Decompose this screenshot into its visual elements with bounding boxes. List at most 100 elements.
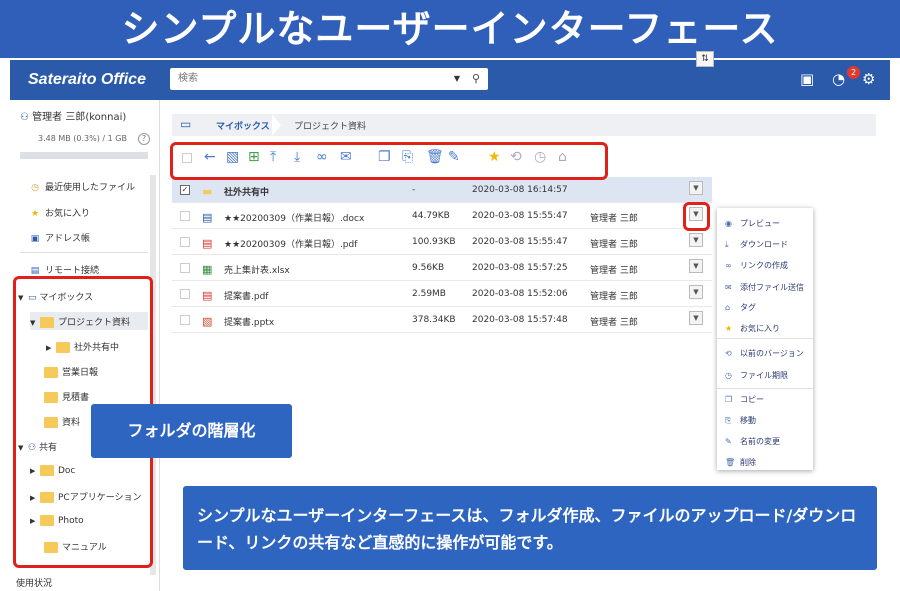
file-owner: 管理者 三郎: [590, 318, 638, 328]
move-icon: ⎘: [725, 416, 732, 425]
row-checkbox[interactable]: [180, 237, 190, 247]
breadcrumb-current[interactable]: プロジェクト資料: [294, 119, 366, 132]
menu-item-label: 添付ファイル送信: [740, 283, 804, 292]
chevron-down-icon[interactable]: ▼: [454, 68, 460, 90]
table-row[interactable]: ✓ ▬ 社外共有中 - 2020-03-08 16:14:57 ▼: [172, 177, 712, 203]
sidebar-item-contacts[interactable]: ▣ アドレス帳: [28, 231, 90, 244]
docx-file-icon: ▤: [202, 211, 213, 224]
file-name[interactable]: ★★20200309（作業日報）.pdf: [224, 237, 357, 250]
row-checkbox[interactable]: ✓: [180, 185, 190, 195]
file-size: 2.59MB: [412, 289, 446, 299]
breadcrumb-root[interactable]: マイボックス: [216, 119, 270, 132]
file-date: 2020-03-08 15:57:25: [472, 263, 568, 273]
menu-item-history[interactable]: ⟲ 以前のバージョン: [725, 348, 804, 359]
sidebar-item-favorites[interactable]: ★ お気に入り: [28, 206, 90, 219]
table-row[interactable]: ▤ ★★20200309（作業日報）.docx 44.79KB 2020-03-08 …: [172, 203, 712, 229]
file-name[interactable]: 売上集計表.xlsx: [224, 263, 290, 276]
file-date: 2020-03-08 16:14:57: [472, 185, 568, 195]
table-row[interactable]: ▦ 売上集計表.xlsx 9.56KB 2020-03-08 15:57:25 管理者 …: [172, 255, 712, 281]
clock-icon: ◷: [31, 183, 39, 193]
table-row[interactable]: ▤ 提案書.pdf 2.59MB 2020-03-08 15:52:06 管理者 三郎 ▼: [172, 281, 712, 307]
menu-item-download[interactable]: ⤓ ダウンロード: [725, 239, 788, 250]
sidebar-item-label: 最近使用したファイル: [45, 183, 136, 193]
row-menu-button[interactable]: ▼: [689, 233, 703, 247]
menu-item-mail[interactable]: ✉ 添付ファイル送信: [725, 282, 804, 293]
star-icon: ★: [725, 324, 733, 333]
timer-icon: ◷: [725, 371, 732, 380]
menu-item-trash[interactable]: 🗑 削除: [725, 457, 756, 468]
banner-title: シンプルなユーザーインターフェース: [0, 0, 900, 58]
dropdown-highlight: [683, 202, 710, 231]
table-row[interactable]: ▤ ★★20200309（作業日報）.pdf 100.93KB 2020-03-08 …: [172, 229, 712, 255]
file-size: 44.79KB: [412, 211, 450, 221]
office-app-icon[interactable]: ▣: [800, 70, 814, 88]
history-icon: ⟲: [725, 349, 732, 358]
file-size: 378.34KB: [412, 315, 456, 325]
sidebar-item-recent[interactable]: ◷ 最近使用したファイル: [28, 180, 135, 193]
row-menu-button[interactable]: ▼: [689, 311, 703, 325]
tag-icon: ⌂: [725, 303, 731, 312]
file-name[interactable]: ★★20200309（作業日報）.docx: [224, 211, 364, 224]
search-icon[interactable]: ⚲: [472, 68, 480, 90]
menu-item-eye[interactable]: ◉ プレビュー: [725, 218, 780, 229]
app-logo: Sateraito Office: [28, 71, 146, 88]
file-owner: 管理者 三郎: [590, 292, 638, 302]
menu-item-star[interactable]: ★ お気に入り: [725, 323, 780, 334]
download-icon: ⤓: [725, 240, 729, 249]
breadcrumb: ▭ マイボックス プロジェクト資料: [172, 114, 876, 136]
pdf-file-icon: ▤: [202, 237, 213, 250]
hierarchy-callout: フォルダの階層化: [91, 404, 292, 458]
file-name[interactable]: 提案書.pdf: [224, 289, 268, 302]
menu-item-timer[interactable]: ◷ ファイル期限: [725, 370, 788, 381]
menu-item-label: 削除: [740, 458, 756, 467]
contacts-icon: ▣: [30, 234, 40, 244]
menu-item-label: 以前のバージョン: [740, 349, 804, 358]
help-icon[interactable]: ?: [138, 133, 150, 145]
file-name[interactable]: 社外共有中: [224, 185, 269, 198]
row-checkbox[interactable]: [180, 263, 190, 273]
menu-item-move[interactable]: ⎘ 移動: [725, 415, 756, 426]
remote-icon: ▤: [30, 266, 40, 276]
mail-icon: ✉: [725, 283, 732, 292]
file-name[interactable]: 提案書.pptx: [224, 315, 274, 328]
file-date: 2020-03-08 15:55:47: [472, 211, 568, 221]
row-checkbox[interactable]: [180, 315, 190, 325]
row-checkbox[interactable]: [180, 289, 190, 299]
menu-item-label: コピー: [740, 395, 764, 404]
menu-item-copy[interactable]: ❐ コピー: [725, 394, 764, 405]
gear-icon[interactable]: ⚙: [862, 70, 875, 88]
usage-status[interactable]: 使用状況: [16, 576, 52, 589]
menu-item-label: 移動: [740, 416, 756, 425]
sidebar-item-remote[interactable]: ▤ リモート接続: [28, 263, 99, 276]
table-row[interactable]: ▧ 提案書.pptx 378.34KB 2020-03-08 15:57:48 管理者 …: [172, 307, 712, 333]
row-menu-button[interactable]: ▼: [689, 181, 703, 195]
menu-item-label: 名前の変更: [740, 437, 780, 446]
menu-item-tag[interactable]: ⌂ タグ: [725, 302, 756, 313]
breadcrumb-separator: [272, 114, 281, 136]
file-date: 2020-03-08 15:52:06: [472, 289, 568, 299]
file-date: 2020-03-08 15:57:48: [472, 315, 568, 325]
row-checkbox[interactable]: [180, 211, 190, 221]
storage-bar: [20, 152, 148, 159]
file-owner: 管理者 三郎: [590, 266, 638, 276]
menu-separator: [717, 338, 813, 339]
copy-icon: ❐: [725, 395, 733, 404]
pdf-file-icon: ▤: [202, 289, 213, 302]
app-header: Sateraito Office 検索 ▼ ⚲ ▣ ◔ 2 ⚙: [10, 60, 890, 100]
box-icon: ▭: [180, 117, 192, 131]
sidebar-item-label: お気に入り: [45, 209, 91, 219]
description-callout: シンプルなユーザーインターフェースは、フォルダ作成、ファイルのアップロード/ダウ…: [183, 486, 877, 570]
bell-icon[interactable]: ◔: [832, 70, 845, 88]
rename-icon: ✎: [725, 437, 732, 446]
trash-icon: 🗑: [725, 458, 736, 467]
menu-item-label: プレビュー: [740, 219, 780, 228]
row-menu-button[interactable]: ▼: [689, 259, 703, 273]
row-menu-button[interactable]: ▼: [689, 285, 703, 299]
menu-item-rename[interactable]: ✎ 名前の変更: [725, 436, 780, 447]
search-input[interactable]: 検索 ▼ ⚲: [170, 68, 488, 90]
menu-item-label: ダウンロード: [740, 240, 788, 249]
menu-item-link[interactable]: ∞ リンクの作成: [725, 260, 788, 271]
sort-button[interactable]: ⇅: [696, 51, 714, 67]
menu-item-label: リンクの作成: [740, 261, 788, 270]
menu-item-label: お気に入り: [740, 324, 780, 333]
